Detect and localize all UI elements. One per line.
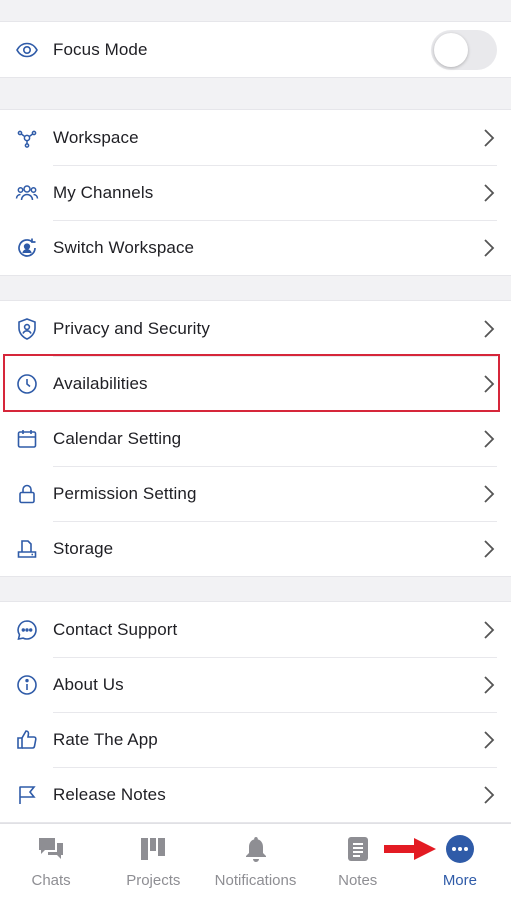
channels-people-icon: [13, 179, 41, 207]
chevron-right-icon: [484, 238, 495, 257]
menu-item-label: Privacy and Security: [53, 318, 210, 338]
toggle-knob: [434, 32, 468, 67]
lock-icon: [13, 480, 41, 508]
menu-item-release-notes[interactable]: Release Notes: [0, 767, 511, 822]
tab-projects[interactable]: Projects: [102, 824, 204, 900]
menu-item-label: Permission Setting: [53, 483, 197, 503]
workspace-section: Workspace My Channels Switch Workspace: [0, 109, 511, 276]
settings-section: Privacy and Security Availabilities Cale…: [0, 300, 511, 577]
menu-item-label: Workspace: [53, 127, 139, 147]
info-icon: [13, 671, 41, 699]
menu-item-label: Release Notes: [53, 784, 166, 804]
chevron-right-icon: [484, 730, 495, 749]
chats-icon: [37, 834, 65, 864]
red-arrow-icon: [384, 838, 436, 860]
tab-label: Notifications: [214, 872, 297, 889]
menu-item-switch-workspace[interactable]: Switch Workspace: [0, 220, 511, 275]
tab-label: More: [442, 872, 477, 889]
chevron-right-icon: [484, 319, 495, 338]
shield-user-icon: [13, 315, 41, 343]
calendar-icon: [13, 425, 41, 453]
workspace-nodes-icon: [13, 124, 41, 152]
chevron-right-icon: [484, 429, 495, 448]
more-dots-icon: [445, 834, 474, 864]
menu-item-about-us[interactable]: About Us: [0, 657, 511, 712]
focus-mode-toggle[interactable]: [431, 29, 497, 70]
eye-icon: [13, 36, 41, 64]
menu-item-label: Rate The App: [53, 729, 158, 749]
flag-icon: [13, 781, 41, 809]
focus-mode-label: Focus Mode: [53, 39, 148, 59]
tab-label: Projects: [126, 872, 181, 889]
menu-item-calendar-setting[interactable]: Calendar Setting: [0, 411, 511, 466]
chevron-right-icon: [484, 620, 495, 639]
menu-item-label: Availabilities: [53, 373, 148, 393]
chevron-right-icon: [484, 539, 495, 558]
notes-icon: [347, 834, 369, 864]
menu-item-label: Contact Support: [53, 619, 178, 639]
menu-item-rate-the-app[interactable]: Rate The App: [0, 712, 511, 767]
tab-chats[interactable]: Chats: [0, 824, 102, 900]
projects-icon: [140, 834, 166, 864]
chevron-right-icon: [484, 785, 495, 804]
chevron-right-icon: [484, 128, 495, 147]
menu-item-privacy-security[interactable]: Privacy and Security: [0, 301, 511, 356]
chevron-right-icon: [484, 484, 495, 503]
menu-item-availabilities[interactable]: Availabilities: [0, 356, 511, 411]
menu-item-permission-setting[interactable]: Permission Setting: [0, 466, 511, 521]
switch-workspace-icon: [13, 234, 41, 262]
storage-icon: [13, 535, 41, 563]
menu-item-contact-support[interactable]: Contact Support: [0, 602, 511, 657]
support-section: Contact Support About Us Rate The App Re…: [0, 601, 511, 823]
menu-item-label: My Channels: [53, 182, 154, 202]
menu-item-label: Switch Workspace: [53, 237, 195, 257]
chevron-right-icon: [484, 374, 495, 393]
chat-bubble-icon: [13, 616, 41, 644]
tab-notifications[interactable]: Notifications: [204, 824, 306, 900]
chevron-right-icon: [484, 183, 495, 202]
tab-label: Notes: [338, 872, 378, 889]
clock-icon: [13, 370, 41, 398]
menu-item-label: Calendar Setting: [53, 428, 182, 448]
tab-label: Chats: [31, 872, 71, 889]
menu-item-storage[interactable]: Storage: [0, 521, 511, 576]
thumbs-up-icon: [13, 726, 41, 754]
bell-icon: [244, 834, 268, 864]
focus-mode-row: Focus Mode: [0, 22, 511, 77]
menu-item-label: Storage: [53, 538, 114, 558]
chevron-right-icon: [484, 675, 495, 694]
menu-item-label: About Us: [53, 674, 124, 694]
menu-item-workspace[interactable]: Workspace: [0, 110, 511, 165]
focus-section: Focus Mode: [0, 21, 511, 78]
menu-item-my-channels[interactable]: My Channels: [0, 165, 511, 220]
